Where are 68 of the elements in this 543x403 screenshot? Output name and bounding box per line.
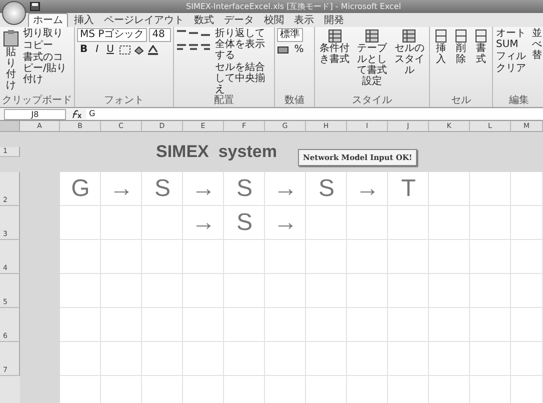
cell-text: S (318, 175, 334, 203)
formula-field[interactable]: G (86, 109, 543, 119)
group-label: 編集 (508, 95, 530, 107)
editing-command[interactable]: クリア (495, 63, 529, 74)
font-color-icon[interactable] (146, 45, 159, 55)
group-label: セル (450, 95, 472, 107)
ribbon-tab[interactable]: 表示 (290, 14, 318, 27)
ribbon-tab[interactable]: データ (220, 14, 258, 27)
editing-command[interactable]: フィル (495, 51, 529, 62)
font-size-field[interactable]: 48 (149, 28, 172, 42)
table-icon (364, 29, 379, 43)
style-button[interactable]: 条件付き書式 (317, 28, 352, 66)
font-style-button[interactable]: B (77, 43, 91, 57)
ribbon-tab[interactable]: 開発 (320, 14, 348, 27)
cell-button[interactable]: 挿入 (432, 28, 450, 66)
window-title: SIMEX-InterfaceExcel.xls [互換モード] - Microsoft Excel (185, 1, 402, 12)
cell-text: → (274, 209, 298, 237)
merge-center-button[interactable]: セルを結合して中央揃え (214, 62, 272, 95)
ribbon-tab[interactable]: 数式 (190, 14, 218, 27)
paste-button[interactable]: 貼り付け (2, 28, 20, 92)
group-label: クリップボード (2, 95, 72, 107)
fill-color-icon[interactable] (132, 45, 145, 55)
function-icon[interactable] (70, 110, 82, 118)
group-label: 数値 (284, 95, 306, 107)
group-label: 配置 (213, 95, 236, 107)
number-format-field[interactable]: 標準 (277, 28, 304, 42)
cell-text: → (110, 175, 134, 203)
style-button[interactable]: セルのスタイル (392, 28, 427, 77)
font-style-button[interactable]: U (104, 43, 117, 57)
font-style-button[interactable]: I (92, 43, 102, 57)
table-icon (402, 29, 416, 43)
cell-button[interactable]: 削除 (452, 28, 470, 66)
cell-button[interactable]: 書式 (472, 28, 490, 66)
font-name-field[interactable]: MS Pゴシック (77, 28, 148, 42)
clipboard-command[interactable]: コピー (22, 40, 72, 51)
cell-text: → (192, 209, 216, 237)
name-box[interactable]: J8 (4, 108, 66, 120)
ribbon-tab[interactable]: 校閲 (260, 14, 288, 27)
office-button[interactable] (2, 1, 26, 25)
cell-text: → (356, 175, 380, 203)
cell-text: S (236, 209, 252, 237)
cell-text: S (154, 175, 170, 203)
clipboard-command[interactable]: 切り取り (22, 28, 72, 39)
border-icon[interactable] (118, 45, 131, 55)
group-label: スタイル (351, 95, 393, 107)
cell-text: → (192, 175, 216, 203)
cell-text: S (236, 175, 252, 203)
style-button[interactable]: テーブルとして書式設定 (354, 28, 390, 88)
clipboard-icon (3, 29, 19, 47)
cell-text: T (401, 175, 416, 203)
group-label: フォント (103, 95, 146, 107)
sort-button[interactable]: 並べ替 (531, 28, 543, 61)
editing-command[interactable]: オート SUM (495, 28, 529, 50)
table-icon (328, 29, 342, 43)
currency-icon[interactable] (277, 45, 290, 55)
grid-icon (435, 29, 447, 43)
percent-button[interactable]: % (291, 43, 307, 57)
cell-text: → (274, 175, 298, 203)
sheet-title: SIMEX system (155, 142, 277, 162)
ribbon-tab[interactable]: 挿入 (70, 14, 98, 27)
cell-text: G (71, 175, 90, 203)
grid-icon (455, 29, 467, 43)
ribbon-tab[interactable]: ホーム (28, 13, 68, 27)
wrap-text-button[interactable]: 折り返して全体を表示する (214, 28, 272, 61)
save-icon[interactable] (30, 2, 40, 11)
ribbon-tab[interactable]: ページレイアウト (100, 14, 188, 27)
grid-icon (475, 29, 487, 43)
clipboard-command[interactable]: 書式のコピー/貼り付け (22, 52, 72, 85)
